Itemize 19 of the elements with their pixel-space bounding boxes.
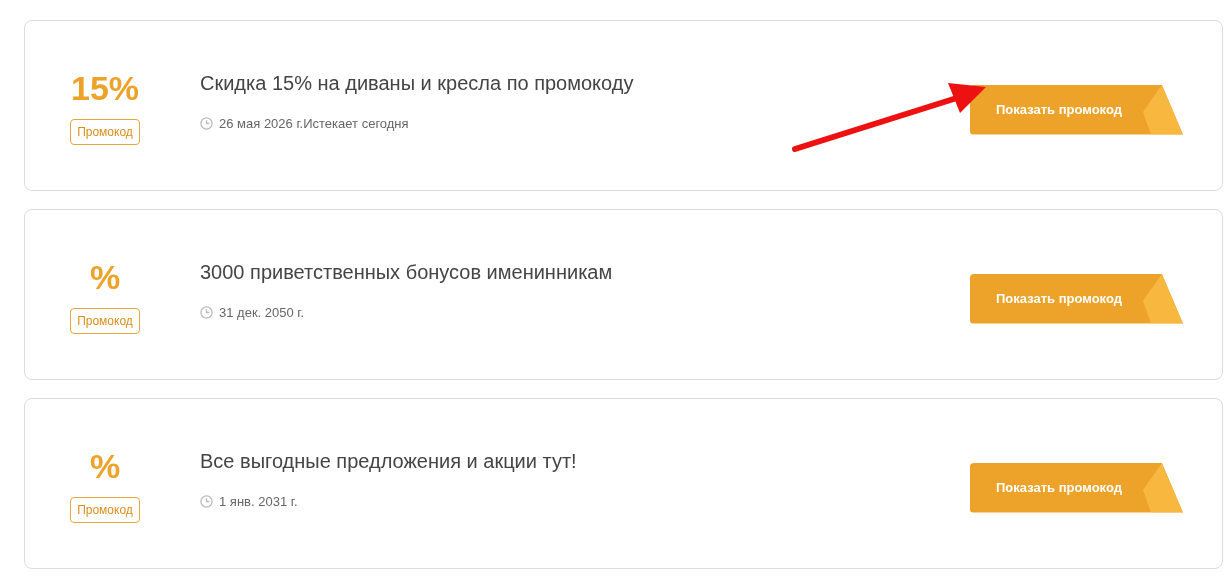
offer-title: Все выгодные предложения и акции тут! (200, 448, 578, 474)
promo-tag: Промокод (70, 496, 140, 523)
show-promo-code-button[interactable]: Показать промокод (970, 462, 1183, 513)
discount-value: % (89, 259, 121, 294)
expiry-note: Истекает сегодня (303, 114, 409, 133)
show-promo-code-button[interactable]: Показать промокод (970, 273, 1183, 324)
offer-title: 3000 приветственных бонусов именинникам (200, 259, 614, 285)
clock-icon (200, 306, 213, 319)
offer-title: Скидка 15% на диваны и кресла по промокоду (200, 70, 635, 96)
show-promo-code-button[interactable]: Показать промокод (970, 84, 1183, 135)
expiry-date: 31 дек. 2050 г. (219, 303, 305, 322)
discount-value: 15% (70, 70, 140, 105)
expiry-date: 1 янв. 2031 г. (219, 492, 298, 511)
promo-tag: Промокод (70, 118, 140, 145)
expiry-date: 26 мая 2026 г. (219, 114, 304, 133)
discount-value: % (89, 448, 121, 483)
promo-tag: Промокод (70, 307, 140, 334)
clock-icon (200, 117, 213, 130)
clock-icon (200, 495, 213, 508)
